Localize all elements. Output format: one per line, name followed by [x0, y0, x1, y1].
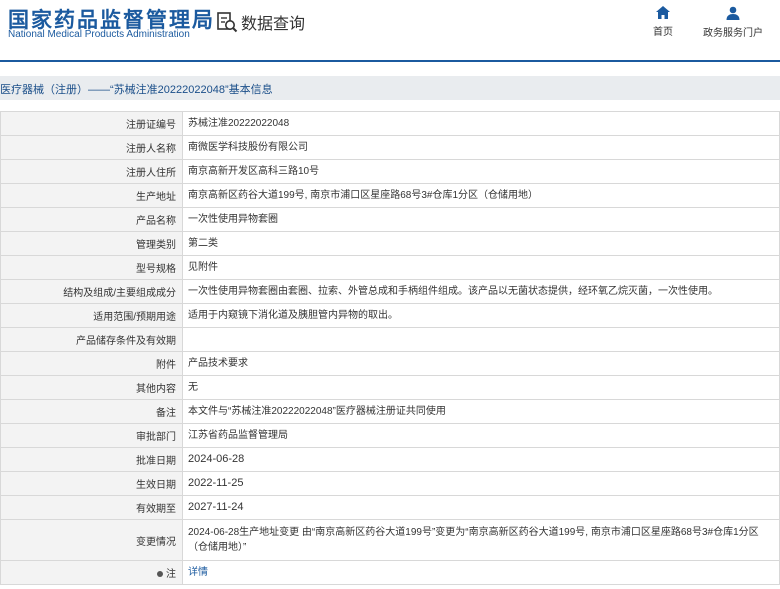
- registration-detail-table: 注册证编号 苏械注准20222022048 注册人名称 南微医学科技股份有限公司 注册人…: [0, 111, 780, 585]
- field-label: 变更情况: [0, 519, 183, 561]
- field-label: 有效期至: [0, 495, 183, 520]
- note-value-cell: 详情: [182, 560, 780, 585]
- data-query-title[interactable]: 数据查询: [216, 10, 305, 34]
- nav-gov-service-portal[interactable]: 政务服务门户: [700, 6, 766, 39]
- field-label: 注册人住所: [0, 159, 183, 184]
- site-header: 国家药品监督管理局 National Medical Products Admi…: [0, 0, 780, 46]
- nav-home-label: 首页: [653, 27, 673, 38]
- table-row: 注册证编号 苏械注准20222022048: [0, 111, 780, 136]
- table-row: 有效期至 2027-11-24: [0, 495, 780, 520]
- home-icon: [656, 6, 670, 19]
- field-value: 2022-11-25: [182, 471, 780, 496]
- table-row: 其他内容无: [0, 375, 780, 400]
- table-row: 审批部门 江苏省药品监督管理局: [0, 423, 780, 448]
- field-value: 南微医学科技股份有限公司: [182, 135, 780, 160]
- table-row: 生产地址 南京高新区药谷大道199号, 南京市浦口区星座路68号3#仓库1分区（仓…: [0, 183, 780, 208]
- table-row: 批准日期 2024-06-28: [0, 447, 780, 472]
- nav-home[interactable]: 首页: [652, 6, 674, 38]
- field-value: 一次性使用异物套圈由套圈、拉索、外管总成和手柄组件组成。该产品以无菌状态提供，经…: [182, 279, 780, 304]
- field-value: 2024-06-28: [182, 447, 780, 472]
- field-value: 产品技术要求: [182, 351, 780, 376]
- nav-gov-service-portal-label: 政务服务门户: [703, 28, 763, 39]
- user-icon: [726, 6, 740, 20]
- table-row: 注册人住所 南京高新开发区高科三路10号: [0, 159, 780, 184]
- table-row: 适用范围/预期用途 适用于内窥镜下消化道及胰胆管内异物的取出。: [0, 303, 780, 328]
- field-label: 批准日期: [0, 447, 183, 472]
- table-row: 变更情况 2024-06-28生产地址变更 由“南京高新区药谷大道199号”变更为…: [0, 519, 780, 561]
- field-label: 审批部门: [0, 423, 183, 448]
- field-label: 备注: [0, 399, 183, 424]
- table-row-note: 注 详情: [0, 560, 780, 585]
- field-label: 适用范围/预期用途: [0, 303, 183, 328]
- field-label: 生产地址: [0, 183, 183, 208]
- field-value: 适用于内窥镜下消化道及胰胆管内异物的取出。: [182, 303, 780, 328]
- table-row: 注册人名称 南微医学科技股份有限公司: [0, 135, 780, 160]
- detail-link[interactable]: 详情: [188, 567, 208, 578]
- field-label: 型号规格: [0, 255, 183, 280]
- field-label: 产品储存条件及有效期: [0, 327, 183, 352]
- field-value: 一次性使用异物套圈: [182, 207, 780, 232]
- table-row: 产品名称 一次性使用异物套圈: [0, 207, 780, 232]
- field-label: 附件: [0, 351, 183, 376]
- table-row: 生效日期 2022-11-25: [0, 471, 780, 496]
- field-value: 无: [182, 375, 780, 400]
- field-value: 江苏省药品监督管理局: [182, 423, 780, 448]
- table-row: 产品储存条件及有效期: [0, 327, 780, 352]
- data-query-label: 数据查询: [241, 16, 306, 33]
- breadcrumb-bar: 医疗器械（注册）——“苏械注准20222022048”基本信息: [0, 76, 780, 100]
- bullet-icon: [157, 571, 163, 578]
- field-label: 产品名称: [0, 207, 183, 232]
- field-label: 其他内容: [0, 375, 183, 400]
- table-row: 备注 本文件与“苏械注准20222022048”医疗器械注册证共同使用: [0, 399, 780, 424]
- field-label: 生效日期: [0, 471, 183, 496]
- breadcrumb: 医疗器械（注册）——“苏械注准20222022048”基本信息: [0, 84, 273, 96]
- table-row: 型号规格 见附件: [0, 255, 780, 280]
- field-value: 2027-11-24: [182, 495, 780, 520]
- table-row: 管理类别 第二类: [0, 231, 780, 256]
- table-row: 附件 产品技术要求: [0, 351, 780, 376]
- data-query-icon: [216, 11, 238, 33]
- note-label: 注: [166, 569, 176, 580]
- field-value: 第二类: [182, 231, 780, 256]
- field-value: 本文件与“苏械注准20222022048”医疗器械注册证共同使用: [182, 399, 780, 424]
- note-label-cell: 注: [0, 560, 183, 585]
- field-value: 南京高新区药谷大道199号, 南京市浦口区星座路68号3#仓库1分区（仓储用地）: [182, 183, 780, 208]
- field-label: 结构及组成/主要组成成分: [0, 279, 183, 304]
- field-value: 见附件: [182, 255, 780, 280]
- header-divider: [0, 60, 780, 62]
- field-value: 苏械注准20222022048: [182, 111, 780, 136]
- field-label: 注册证编号: [0, 111, 183, 136]
- field-value: 南京高新开发区高科三路10号: [182, 159, 780, 184]
- field-label: 管理类别: [0, 231, 183, 256]
- field-value: 2024-06-28生产地址变更 由“南京高新区药谷大道199号”变更为“南京高…: [182, 519, 780, 561]
- table-row: 结构及组成/主要组成成分 一次性使用异物套圈由套圈、拉索、外管总成和手柄组件组成。…: [0, 279, 780, 304]
- field-label: 注册人名称: [0, 135, 183, 160]
- field-value: [182, 327, 780, 352]
- site-logo-en[interactable]: National Medical Products Administration: [8, 29, 190, 40]
